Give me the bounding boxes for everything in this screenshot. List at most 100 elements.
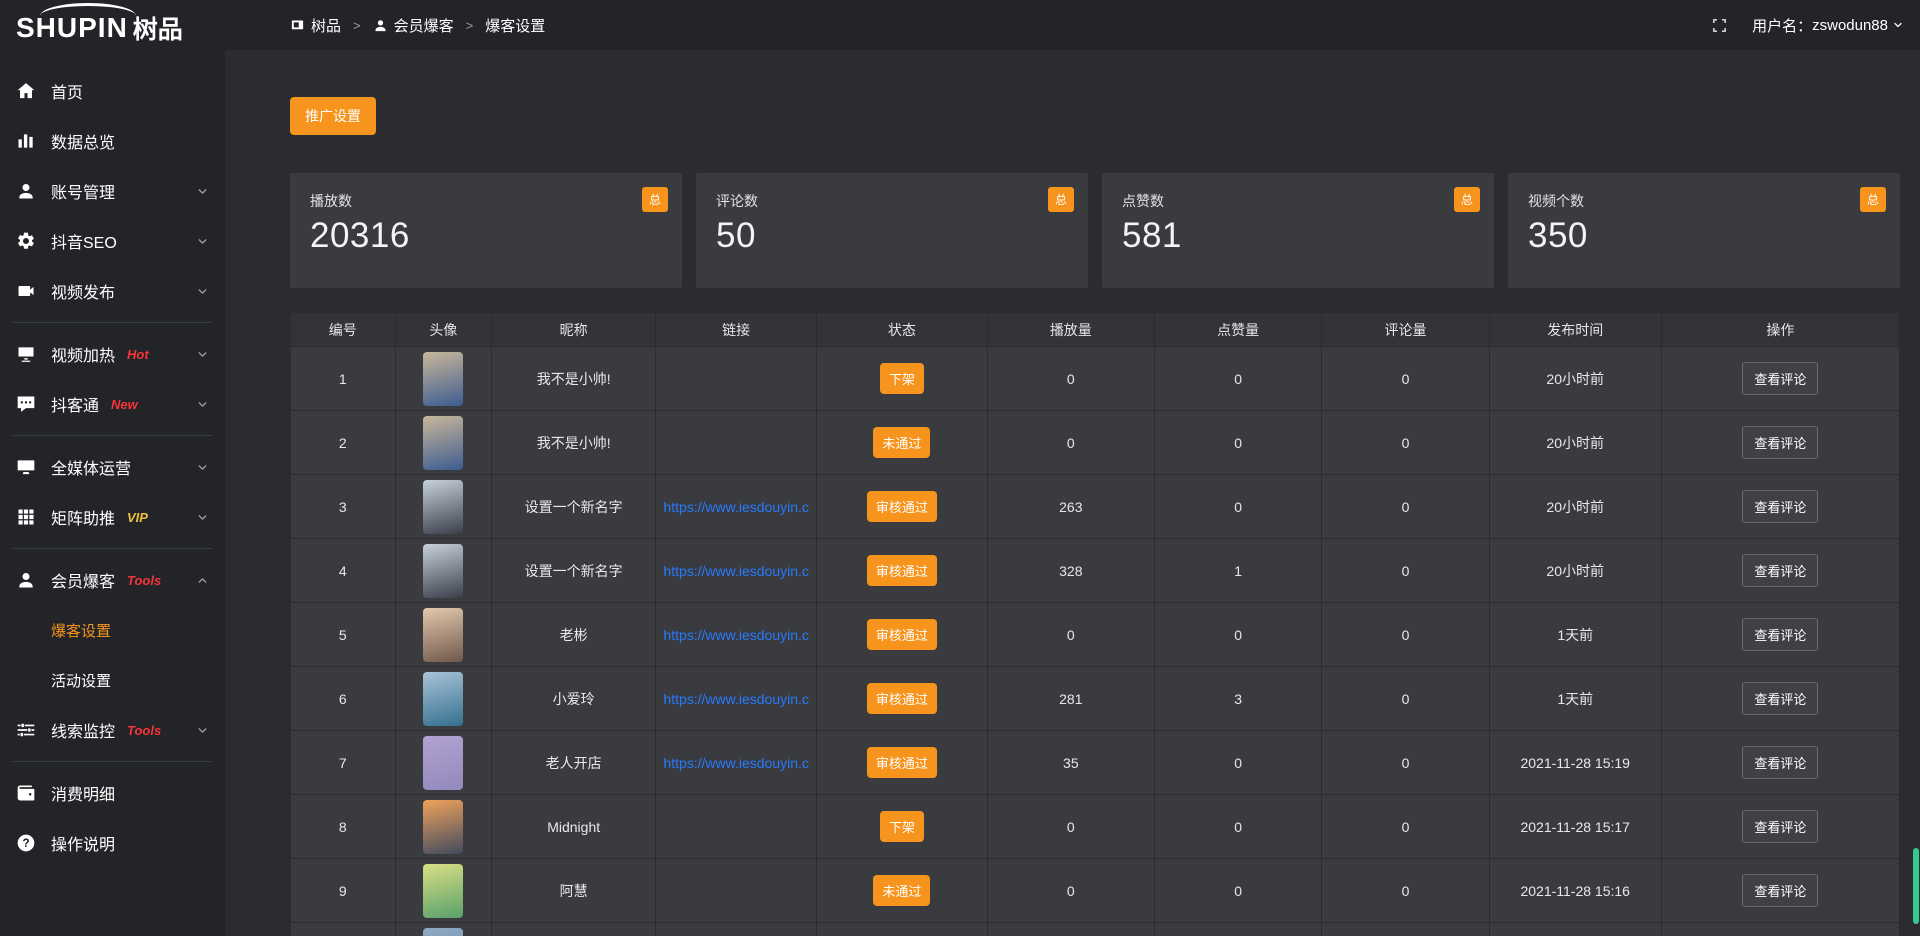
stat-card-1: 评论数50总	[696, 173, 1088, 288]
cell-likes: 0	[1154, 795, 1321, 859]
status-badge: 下架	[880, 363, 924, 394]
view-comments-button[interactable]: 查看评论	[1742, 810, 1818, 843]
sidebar-item-label: 会员爆客	[51, 568, 115, 592]
view-comments-button[interactable]: 查看评论	[1742, 874, 1818, 907]
sidebar-item-tag: Hot	[127, 347, 149, 362]
breadcrumb-separator: >	[353, 18, 361, 33]
avatar	[423, 928, 463, 936]
cell-nickname: 设置一个新名字	[492, 475, 656, 539]
cell-avatar	[395, 539, 492, 603]
table-header-row: 编号头像昵称链接状态播放量点赞量评论量发布时间操作	[291, 313, 1900, 347]
video-link[interactable]: https://www.iesdouyin.c	[663, 755, 809, 771]
cell-plays: 263	[987, 475, 1154, 539]
cell-link	[656, 411, 817, 475]
sidebar-subitem-9-1[interactable]: 活动设置	[0, 655, 225, 705]
screen-icon	[16, 344, 36, 364]
sidebar-item-1[interactable]: 数据总览	[0, 116, 225, 166]
breadcrumb-item-0[interactable]: 树品	[290, 15, 341, 36]
cell-likes: 0	[1154, 859, 1321, 923]
sidebar-item-label: 视频发布	[51, 279, 115, 303]
stat-cards: 播放数20316总评论数50总点赞数581总视频个数350总	[290, 173, 1900, 288]
video-link[interactable]: https://www.iesdouyin.c	[663, 563, 809, 579]
cell-index: 9	[291, 859, 396, 923]
sidebar-item-tag: Tools	[127, 573, 161, 588]
view-comments-button[interactable]: 查看评论	[1742, 746, 1818, 779]
sidebar-item-5[interactable]: 视频加热 Hot	[0, 329, 225, 379]
cell-nickname: 阿慧	[492, 859, 656, 923]
status-badge: 审核通过	[867, 555, 937, 586]
view-comments-button[interactable]: 查看评论	[1742, 618, 1818, 651]
sidebar-item-label: 抖客通	[51, 392, 99, 416]
avatar	[423, 672, 463, 726]
sidebar-item-10[interactable]: 线索监控Tools	[0, 705, 225, 755]
sidebar-item-11[interactable]: 消费明细	[0, 768, 225, 818]
scrollbar-thumb[interactable]	[1913, 848, 1919, 924]
cell-link: https://www.iesdouyin.c	[656, 475, 817, 539]
sidebar-item-label: 视频加热	[51, 342, 115, 366]
stat-card-value: 581	[1122, 216, 1474, 256]
video-link[interactable]: https://www.iesdouyin.c	[663, 691, 809, 707]
menu-divider	[13, 761, 212, 762]
column-header-1: 头像	[395, 313, 492, 347]
status-badge: 下架	[880, 811, 924, 842]
cell-action: 查看评论	[1661, 667, 1899, 731]
stat-card-value: 350	[1528, 216, 1880, 256]
cell-status: 审核通过	[817, 475, 988, 539]
total-badge: 总	[1454, 187, 1480, 212]
view-comments-button[interactable]: 查看评论	[1742, 362, 1818, 395]
sidebar-item-label: 账号管理	[51, 179, 115, 203]
logo-arc-decoration	[40, 3, 136, 16]
video-link[interactable]: https://www.iesdouyin.c	[663, 627, 809, 643]
stat-card-value: 50	[716, 216, 1068, 256]
chevron-down-icon	[196, 348, 209, 361]
avatar	[423, 800, 463, 854]
sidebar-item-4[interactable]: 视频发布	[0, 266, 225, 316]
sliders-icon	[16, 720, 36, 740]
stat-card-label: 视频个数	[1528, 191, 1880, 211]
cell-publish-time: 1天前	[1489, 603, 1661, 667]
fullscreen-icon[interactable]	[1711, 17, 1728, 34]
sidebar-item-0[interactable]: 首页	[0, 66, 225, 116]
sidebar-item-12[interactable]: ?操作说明	[0, 818, 225, 868]
sidebar-item-8[interactable]: 矩阵助推VIP	[0, 492, 225, 542]
sidebar-item-6[interactable]: 抖客通New	[0, 379, 225, 429]
cell-avatar	[395, 731, 492, 795]
breadcrumb-item-1[interactable]: 会员爆客	[373, 15, 454, 36]
cell-avatar	[395, 923, 492, 936]
cell-link	[656, 859, 817, 923]
promo-settings-button[interactable]: 推广设置	[290, 97, 376, 135]
user-icon	[16, 181, 36, 201]
view-comments-button[interactable]: 查看评论	[1742, 490, 1818, 523]
sidebar-item-2[interactable]: 账号管理	[0, 166, 225, 216]
brand-logo: SHUPIN 树品	[0, 0, 225, 56]
sidebar-subitem-9-0[interactable]: 爆客设置	[0, 605, 225, 655]
member-videos-table: 编号头像昵称链接状态播放量点赞量评论量发布时间操作 1我不是小帅!下架00020…	[290, 312, 1900, 936]
video-link[interactable]: https://www.iesdouyin.c	[663, 499, 809, 515]
view-comments-button[interactable]: 查看评论	[1742, 426, 1818, 459]
cell-nickname: 老彬	[492, 603, 656, 667]
sidebar: SHUPIN 树品 首页数据总览账号管理抖音SEO 视频发布视频加热 Hot 抖客通N…	[0, 0, 225, 936]
cell-status: 审核通过	[817, 539, 988, 603]
cell-action: 查看评论	[1661, 347, 1899, 411]
cell-action: 查看评论	[1661, 411, 1899, 475]
view-comments-button[interactable]: 查看评论	[1742, 554, 1818, 587]
cell-action: 查看评论	[1661, 539, 1899, 603]
cell-likes: 0	[1154, 475, 1321, 539]
cell-plays: 0	[987, 795, 1154, 859]
avatar	[423, 544, 463, 598]
cell-status: 未通过	[817, 859, 988, 923]
column-header-6: 点赞量	[1154, 313, 1321, 347]
cell-nickname: 我不是小帅!	[492, 347, 656, 411]
sidebar-item-label: 矩阵助推	[51, 505, 115, 529]
sidebar-item-3[interactable]: 抖音SEO	[0, 216, 225, 266]
table-row: 7老人开店https://www.iesdouyin.c审核通过35002021…	[291, 731, 1900, 795]
view-comments-button[interactable]: 查看评论	[1742, 682, 1818, 715]
sidebar-item-7[interactable]: 全媒体运营	[0, 442, 225, 492]
breadcrumb-item-2: 爆客设置	[485, 15, 545, 36]
chat-icon	[16, 394, 36, 414]
username-menu[interactable]: 用户名： zswodun88	[1752, 15, 1904, 36]
cell-avatar	[395, 603, 492, 667]
column-header-7: 评论量	[1322, 313, 1489, 347]
sidebar-item-9[interactable]: 会员爆客 Tools	[0, 555, 225, 605]
total-badge: 总	[1860, 187, 1886, 212]
